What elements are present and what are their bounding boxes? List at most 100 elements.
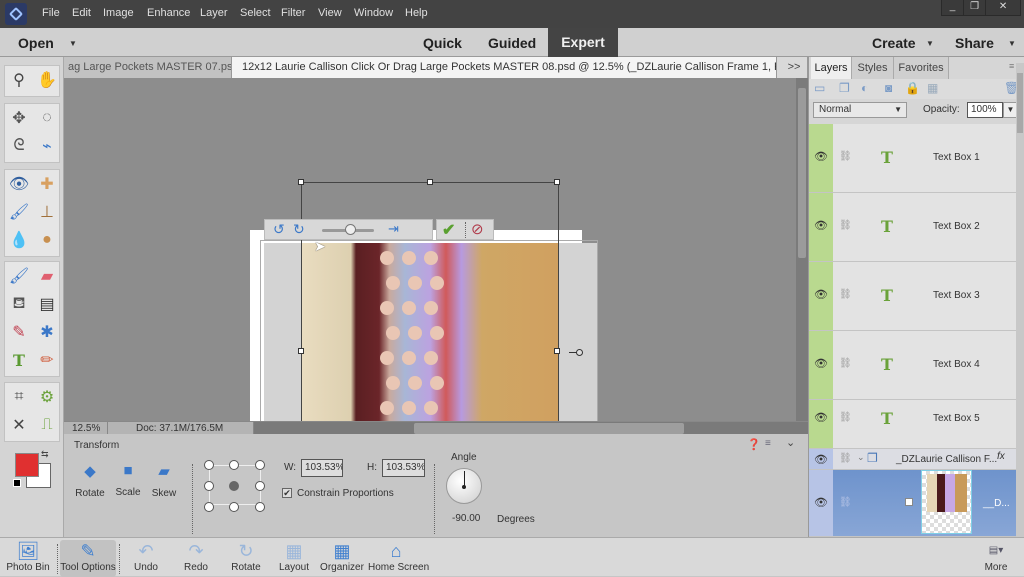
- pencil-tool-icon[interactable]: ✏: [34, 347, 60, 373]
- transform-handle[interactable]: [427, 179, 433, 185]
- gradient-tool-icon[interactable]: ▤: [34, 291, 60, 317]
- close-button[interactable]: ✕: [986, 0, 1020, 15]
- commit-icon[interactable]: ✔: [442, 220, 455, 240]
- link-icon[interactable]: ⛓: [839, 220, 852, 231]
- panel-menu-icon[interactable]: ≡: [1009, 61, 1014, 71]
- blend-mode-select[interactable]: Normal ▼: [813, 102, 907, 118]
- create-dropdown-icon[interactable]: ▼: [926, 39, 934, 48]
- menu-filter[interactable]: Filter: [281, 7, 305, 19]
- eye-icon[interactable]: 👁: [814, 357, 828, 370]
- layer-mask-icon[interactable]: ◙: [885, 81, 892, 95]
- scrollbar-thumb[interactable]: [1017, 73, 1023, 133]
- eye-icon[interactable]: 👁: [814, 288, 828, 301]
- width-input[interactable]: 103.53%: [301, 459, 343, 477]
- restore-button[interactable]: ❐: [964, 0, 987, 15]
- open-dropdown-icon[interactable]: ▼: [69, 39, 77, 48]
- mode-expert[interactable]: Expert: [548, 28, 618, 57]
- redo-button[interactable]: ↷ Redo: [168, 540, 224, 577]
- open-button[interactable]: Open: [18, 35, 54, 51]
- replace-photo-icon[interactable]: ⇥: [388, 221, 399, 237]
- eye-icon[interactable]: 👁: [814, 453, 828, 466]
- menu-help[interactable]: Help: [405, 7, 428, 19]
- swap-colors-icon[interactable]: ⇆: [41, 449, 49, 460]
- foreground-color-swatch[interactable]: [15, 453, 39, 477]
- recompose-tool-icon[interactable]: ⚙: [34, 384, 60, 410]
- angle-dial[interactable]: [446, 468, 482, 504]
- minimize-button[interactable]: _: [942, 0, 965, 15]
- clone-stamp-tool-icon[interactable]: ⊥: [34, 199, 60, 225]
- reference-point[interactable]: [229, 460, 239, 470]
- link-icon[interactable]: ⛓: [839, 151, 852, 162]
- lasso-tool-icon[interactable]: ᘓ: [6, 133, 32, 159]
- skew-mode-button[interactable]: ▰ Skew: [148, 462, 180, 499]
- eye-icon[interactable]: 👁: [814, 411, 828, 424]
- selected-layer-row[interactable]: 👁 ⛓ __D...: [809, 470, 1017, 537]
- mode-guided[interactable]: Guided: [488, 35, 536, 51]
- menu-enhance[interactable]: Enhance: [147, 7, 190, 19]
- photo-bin-button[interactable]: 🖼 Photo Bin: [0, 540, 56, 577]
- transform-handle[interactable]: [554, 348, 560, 354]
- transform-handle[interactable]: [554, 179, 560, 185]
- transform-handle[interactable]: [298, 348, 304, 354]
- collapse-icon[interactable]: ⌄: [786, 436, 795, 449]
- layers-scrollbar[interactable]: [1016, 63, 1024, 537]
- link-icon[interactable]: ⛓: [839, 412, 852, 423]
- blur-tool-icon[interactable]: 💧: [6, 227, 32, 253]
- new-group-icon[interactable]: ❐: [839, 81, 850, 95]
- menu-edit[interactable]: Edit: [72, 7, 91, 19]
- type-tool-icon[interactable]: T: [6, 347, 32, 373]
- content-aware-move-tool-icon[interactable]: ✕: [6, 412, 32, 438]
- chevron-down-icon[interactable]: ⌄: [857, 452, 865, 463]
- quick-selection-tool-icon[interactable]: ⌁: [34, 133, 60, 159]
- menu-select[interactable]: Select: [240, 7, 271, 19]
- group-layer-row[interactable]: 👁 ⛓ ⌄ ❐ _DZLaurie Callison F... fx: [809, 449, 1017, 470]
- link-icon[interactable]: ⛓: [839, 453, 852, 464]
- zoom-tool-icon[interactable]: ⚲: [6, 67, 32, 93]
- scale-mode-button[interactable]: ■ Scale: [112, 462, 144, 498]
- spot-healing-tool-icon[interactable]: ✚: [34, 171, 60, 197]
- reference-point[interactable]: [255, 502, 265, 512]
- rotate-right-icon[interactable]: ↻: [293, 221, 305, 238]
- reference-point[interactable]: [255, 481, 265, 491]
- link-icon[interactable]: ⛓: [839, 289, 852, 300]
- rotate-mode-button[interactable]: ◆ Rotate: [74, 462, 106, 499]
- document-tab[interactable]: ag Large Pockets MASTER 07.psd×: [64, 57, 232, 78]
- red-eye-tool-icon[interactable]: 👁: [6, 171, 32, 197]
- share-button[interactable]: Share: [955, 35, 994, 51]
- adjustment-layer-icon[interactable]: ◐: [861, 81, 868, 95]
- brush-tool-icon[interactable]: 🖌: [6, 263, 32, 289]
- layer-row[interactable]: 👁 ⛓ T Text Box 3: [809, 262, 1017, 331]
- canvas-area[interactable]: ↺ ↻ ⇥ ✔ ⊘ ➤: [64, 78, 796, 421]
- menu-file[interactable]: File: [42, 7, 60, 19]
- opacity-input[interactable]: 100%: [967, 102, 1003, 118]
- lock-all-icon[interactable]: 🔒: [905, 81, 920, 95]
- layer-row[interactable]: 👁 ⛓ T Text Box 4: [809, 331, 1017, 400]
- straighten-tool-icon[interactable]: ⎍: [34, 412, 60, 438]
- tab-favorites[interactable]: Favorites: [894, 57, 949, 79]
- new-layer-icon[interactable]: ▭: [814, 81, 825, 95]
- constrain-proportions-checkbox[interactable]: ✔: [282, 488, 292, 498]
- canvas-vertical-scrollbar[interactable]: [796, 78, 808, 421]
- rotate-left-icon[interactable]: ↺: [273, 221, 285, 238]
- home-screen-button[interactable]: ⌂ Home Screen: [368, 540, 429, 577]
- scrollbar-thumb[interactable]: [414, 423, 684, 434]
- sponge-tool-icon[interactable]: ●: [34, 227, 60, 253]
- tab-styles[interactable]: Styles: [852, 57, 894, 79]
- scrollbar-thumb[interactable]: [798, 88, 806, 258]
- document-tab-active[interactable]: 12x12 Laurie Callison Click Or Drag Larg…: [232, 57, 777, 78]
- reference-point[interactable]: [204, 481, 214, 491]
- reference-point[interactable]: [229, 502, 239, 512]
- layer-row[interactable]: 👁 ⛓ T Text Box 1: [809, 124, 1017, 193]
- reference-point-grid[interactable]: [204, 460, 266, 512]
- move-tool-icon[interactable]: ✥: [6, 105, 32, 131]
- share-dropdown-icon[interactable]: ▼: [1008, 39, 1016, 48]
- eye-icon[interactable]: 👁: [814, 150, 828, 163]
- custom-shape-tool-icon[interactable]: ✱: [34, 319, 60, 345]
- mode-quick[interactable]: Quick: [423, 35, 462, 51]
- tab-overflow-button[interactable]: >>: [777, 57, 808, 78]
- organizer-button[interactable]: ▦ Organizer: [314, 540, 370, 577]
- reference-point[interactable]: [204, 502, 214, 512]
- layer-row[interactable]: 👁 ⛓ T Text Box 5: [809, 400, 1017, 449]
- undo-button[interactable]: ↶ Undo: [118, 540, 174, 577]
- default-colors-icon[interactable]: [13, 479, 21, 487]
